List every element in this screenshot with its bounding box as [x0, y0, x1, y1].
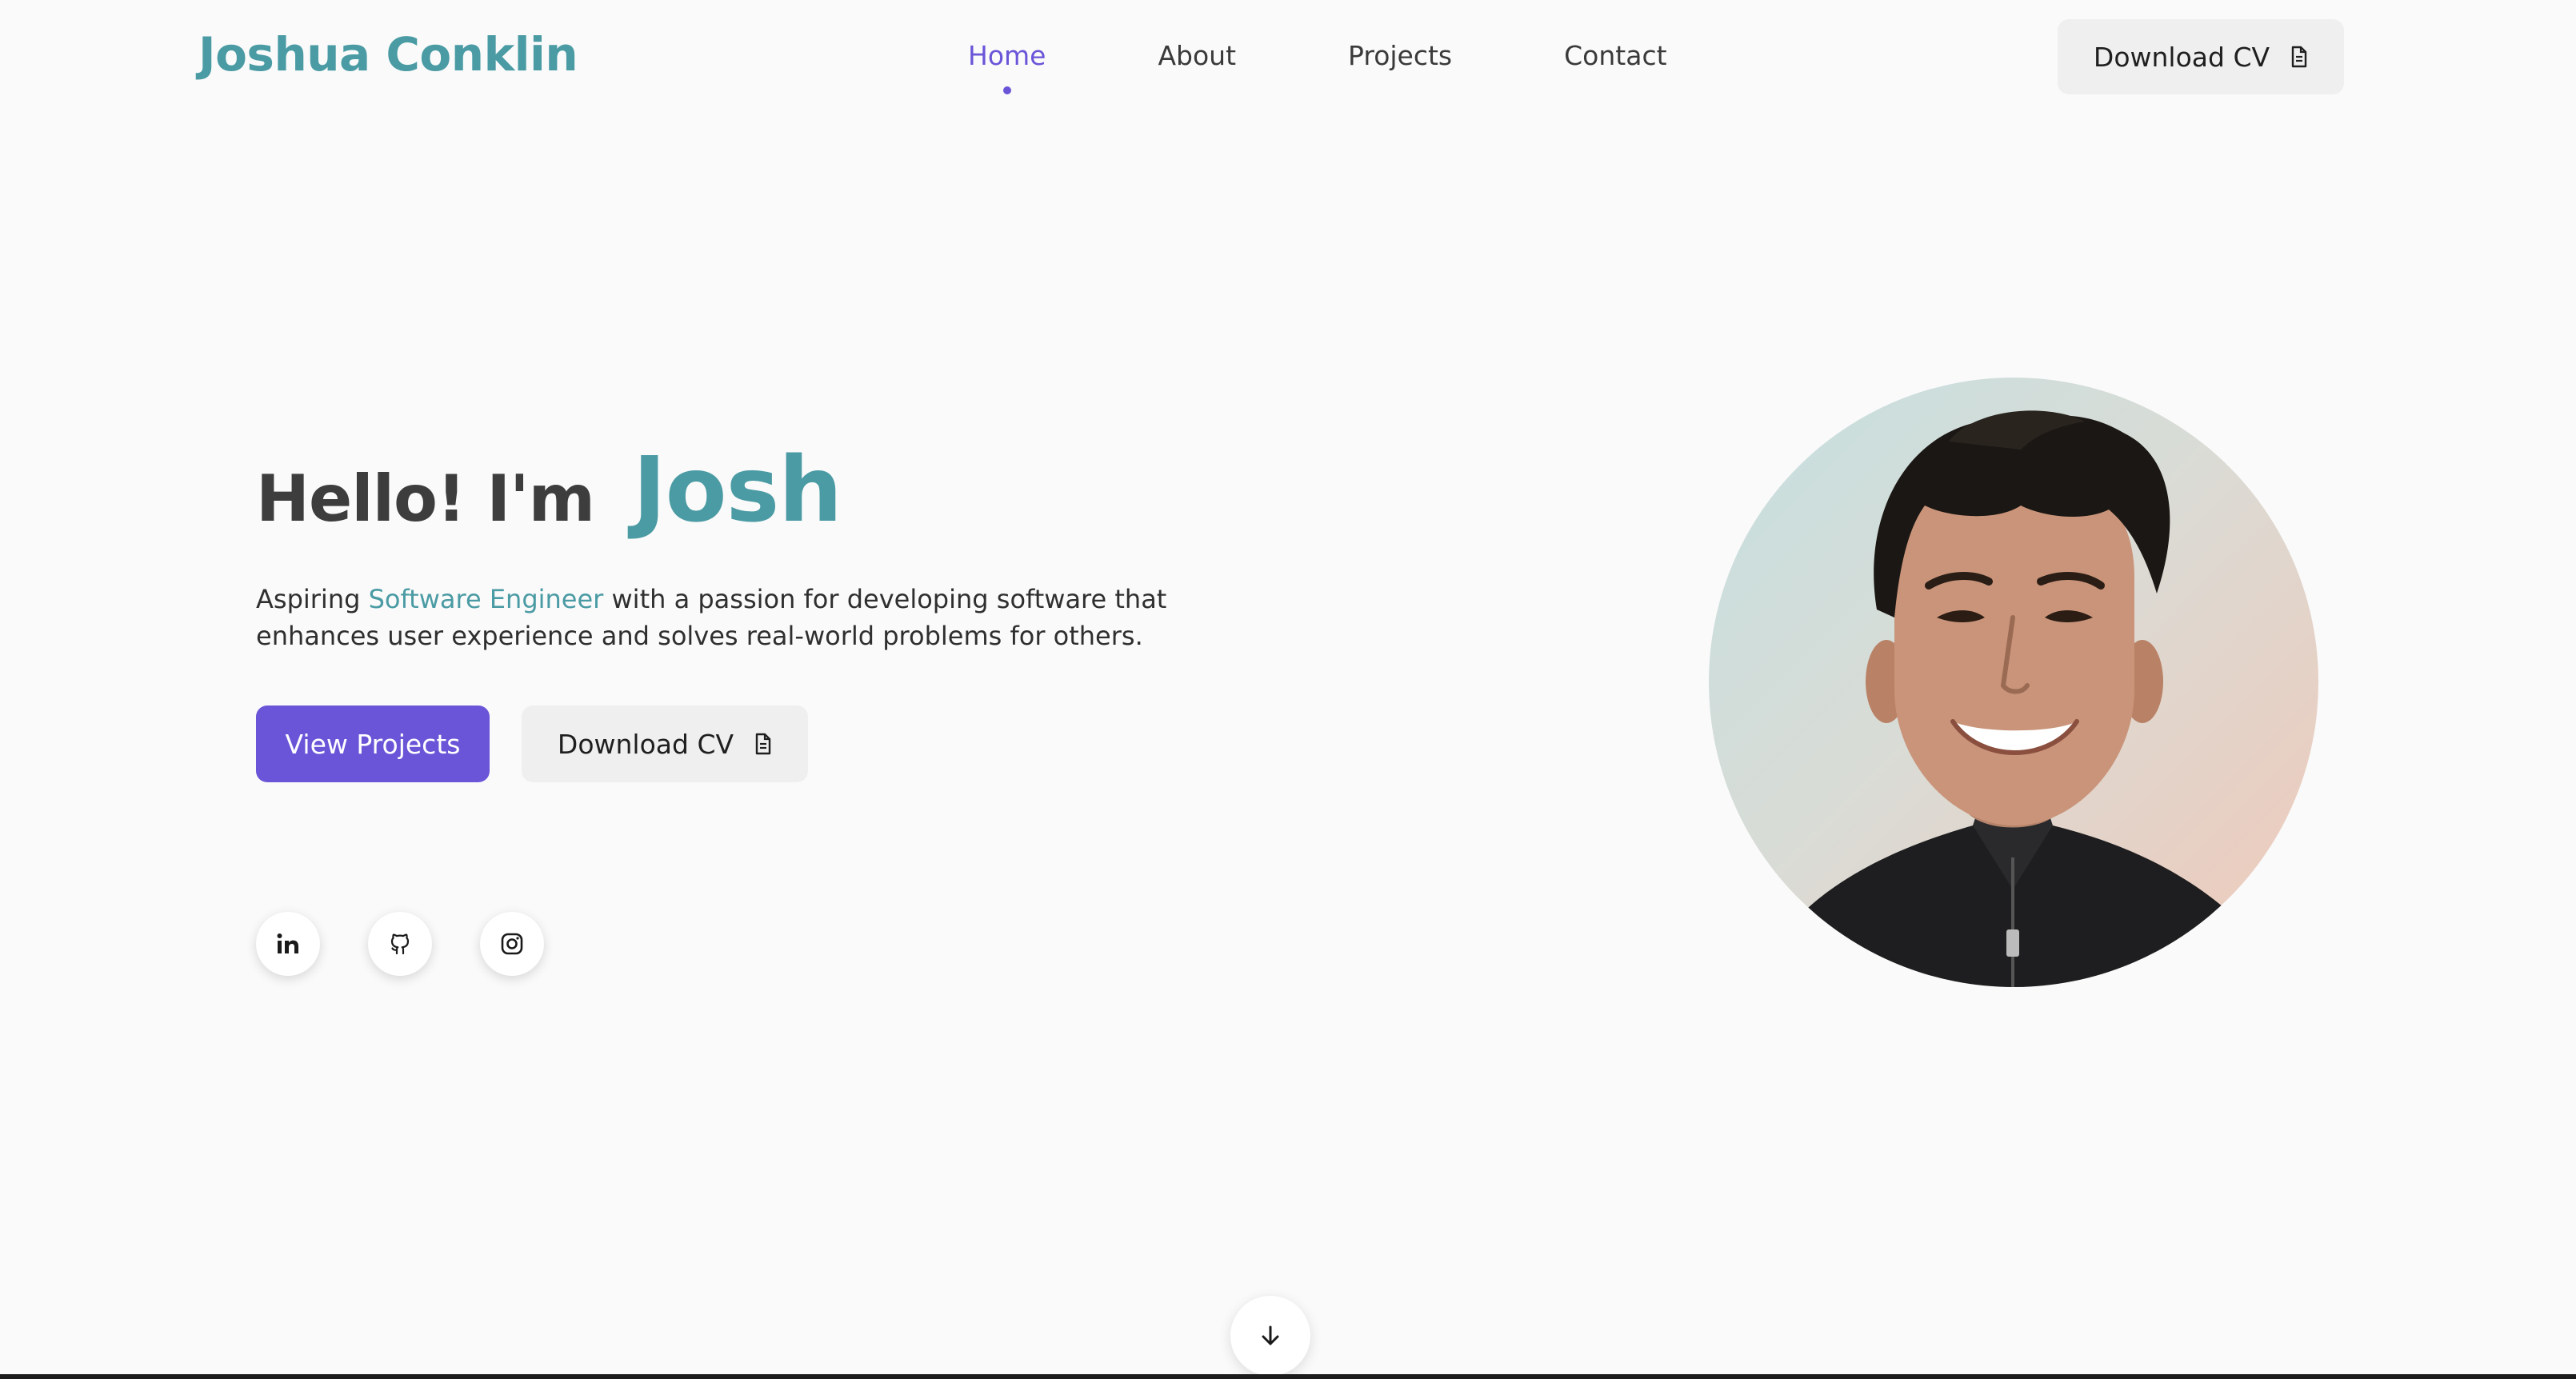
hero-heading: Hello! I'm Josh	[256, 438, 842, 542]
hero-greeting: Hello! I'm	[256, 462, 595, 536]
instagram-link[interactable]	[480, 912, 544, 976]
document-icon	[2291, 46, 2307, 68]
download-cv-label: Download CV	[557, 728, 734, 760]
arrow-down-icon	[1262, 1325, 1279, 1345]
nav-links: Home About Projects Contact	[968, 40, 1667, 94]
linkedin-link[interactable]	[256, 912, 320, 976]
linkedin-icon	[277, 933, 298, 953]
download-cv-button[interactable]: Download CV	[522, 705, 808, 782]
download-cv-button-nav[interactable]: Download CV	[2058, 19, 2344, 94]
nav-link-about[interactable]: About	[1158, 40, 1236, 75]
hero-tagline: Aspiring Software Engineer with a passio…	[256, 581, 1296, 654]
nav-link-home[interactable]: Home	[968, 40, 1046, 94]
instagram-icon	[501, 933, 523, 955]
tagline-highlight: Software Engineer	[368, 584, 604, 614]
download-cv-label: Download CV	[2093, 41, 2270, 73]
active-indicator-dot	[1002, 86, 1011, 94]
github-link[interactable]	[368, 912, 432, 976]
document-icon	[755, 733, 771, 755]
profile-photo-illustration	[1757, 410, 2269, 987]
navbar: Joshua Conklin Home About Projects Conta…	[0, 0, 2576, 115]
tagline-prefix: Aspiring	[256, 584, 361, 614]
github-icon	[390, 933, 410, 955]
scroll-down-button[interactable]	[1230, 1296, 1310, 1376]
nav-link-contact[interactable]: Contact	[1564, 40, 1666, 75]
brand-logo[interactable]: Joshua Conklin	[198, 27, 578, 82]
profile-photo	[1709, 378, 2318, 987]
hero-name: Josh	[632, 438, 842, 542]
nav-link-projects[interactable]: Projects	[1348, 40, 1452, 75]
nav-link-home-label: Home	[968, 40, 1046, 71]
page-bottom-edge	[0, 1374, 2576, 1379]
view-projects-button[interactable]: View Projects	[256, 705, 490, 782]
